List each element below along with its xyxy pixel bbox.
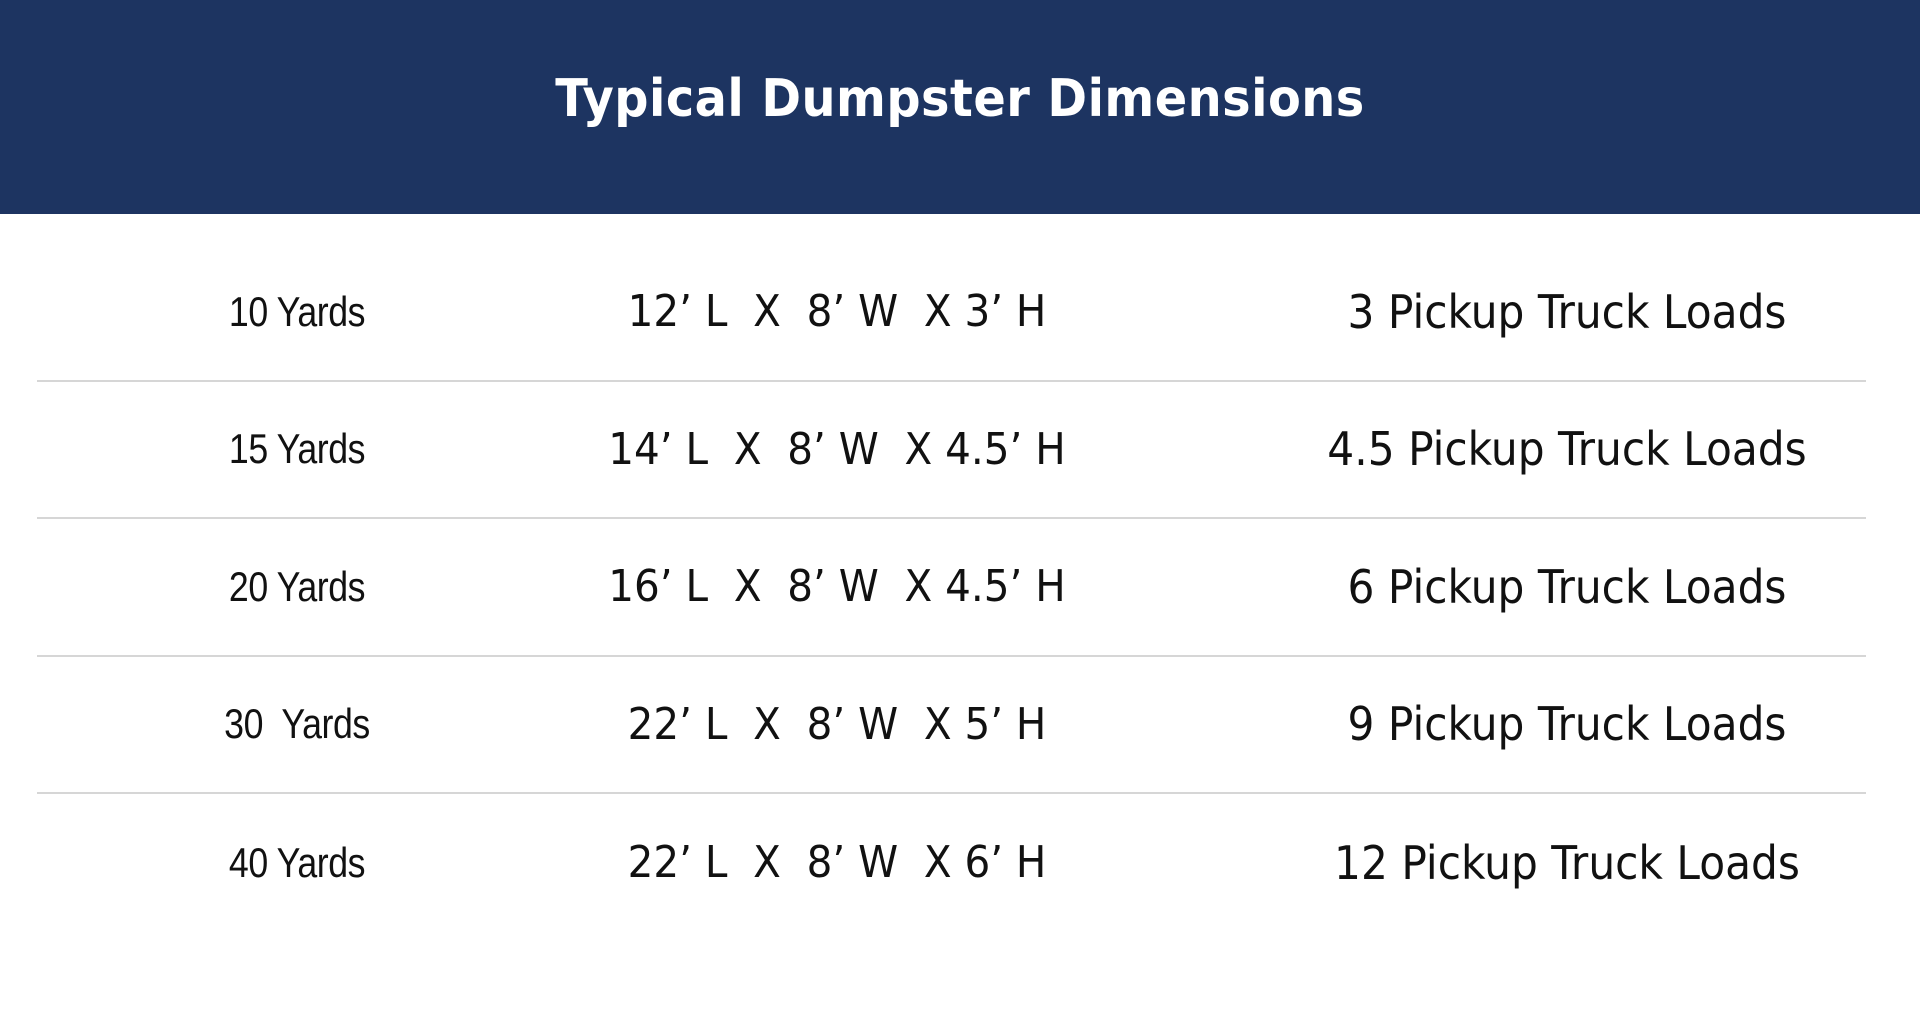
table-row: 30 Yards 22’ L X 8’ W X 5’ H 9 Pickup Tr… bbox=[37, 657, 1866, 794]
table-row: 15 Yards 14’ L X 8’ W X 4.5’ H 4.5 Picku… bbox=[37, 382, 1866, 519]
table-row: 10 Yards 12’ L X 8’ W X 3’ H 3 Pickup Tr… bbox=[37, 244, 1866, 382]
size-cell: 30 Yards bbox=[224, 700, 370, 748]
dimensions-cell: 22’ L X 8’ W X 5’ H bbox=[627, 698, 1047, 750]
loads-cell: 6 Pickup Truck Loads bbox=[1347, 559, 1787, 614]
size-cell: 40 Yards bbox=[228, 838, 366, 886]
dimensions-table: 10 Yards 12’ L X 8’ W X 3’ H 3 Pickup Tr… bbox=[37, 244, 1866, 932]
dimensions-cell: 16’ L X 8’ W X 4.5’ H bbox=[608, 561, 1066, 613]
loads-cell: 9 Pickup Truck Loads bbox=[1347, 697, 1787, 752]
dimensions-cell: 22’ L X 8’ W X 6’ H bbox=[627, 837, 1047, 889]
loads-cell: 12 Pickup Truck Loads bbox=[1334, 835, 1800, 890]
loads-cell: 3 Pickup Truck Loads bbox=[1347, 284, 1787, 339]
dimensions-cell: 14’ L X 8’ W X 4.5’ H bbox=[608, 423, 1066, 475]
page-title: Typical Dumpster Dimensions bbox=[555, 69, 1365, 129]
size-cell: 10 Yards bbox=[228, 287, 366, 335]
size-cell: 15 Yards bbox=[228, 425, 366, 473]
dimensions-cell: 12’ L X 8’ W X 3’ H bbox=[627, 286, 1047, 338]
table-row: 20 Yards 16’ L X 8’ W X 4.5’ H 6 Pickup … bbox=[37, 519, 1866, 657]
title-banner: Typical Dumpster Dimensions bbox=[0, 0, 1920, 214]
table-row: 40 Yards 22’ L X 8’ W X 6’ H 12 Pickup T… bbox=[37, 794, 1866, 932]
loads-cell: 4.5 Pickup Truck Loads bbox=[1327, 422, 1807, 477]
size-cell: 20 Yards bbox=[228, 562, 366, 610]
